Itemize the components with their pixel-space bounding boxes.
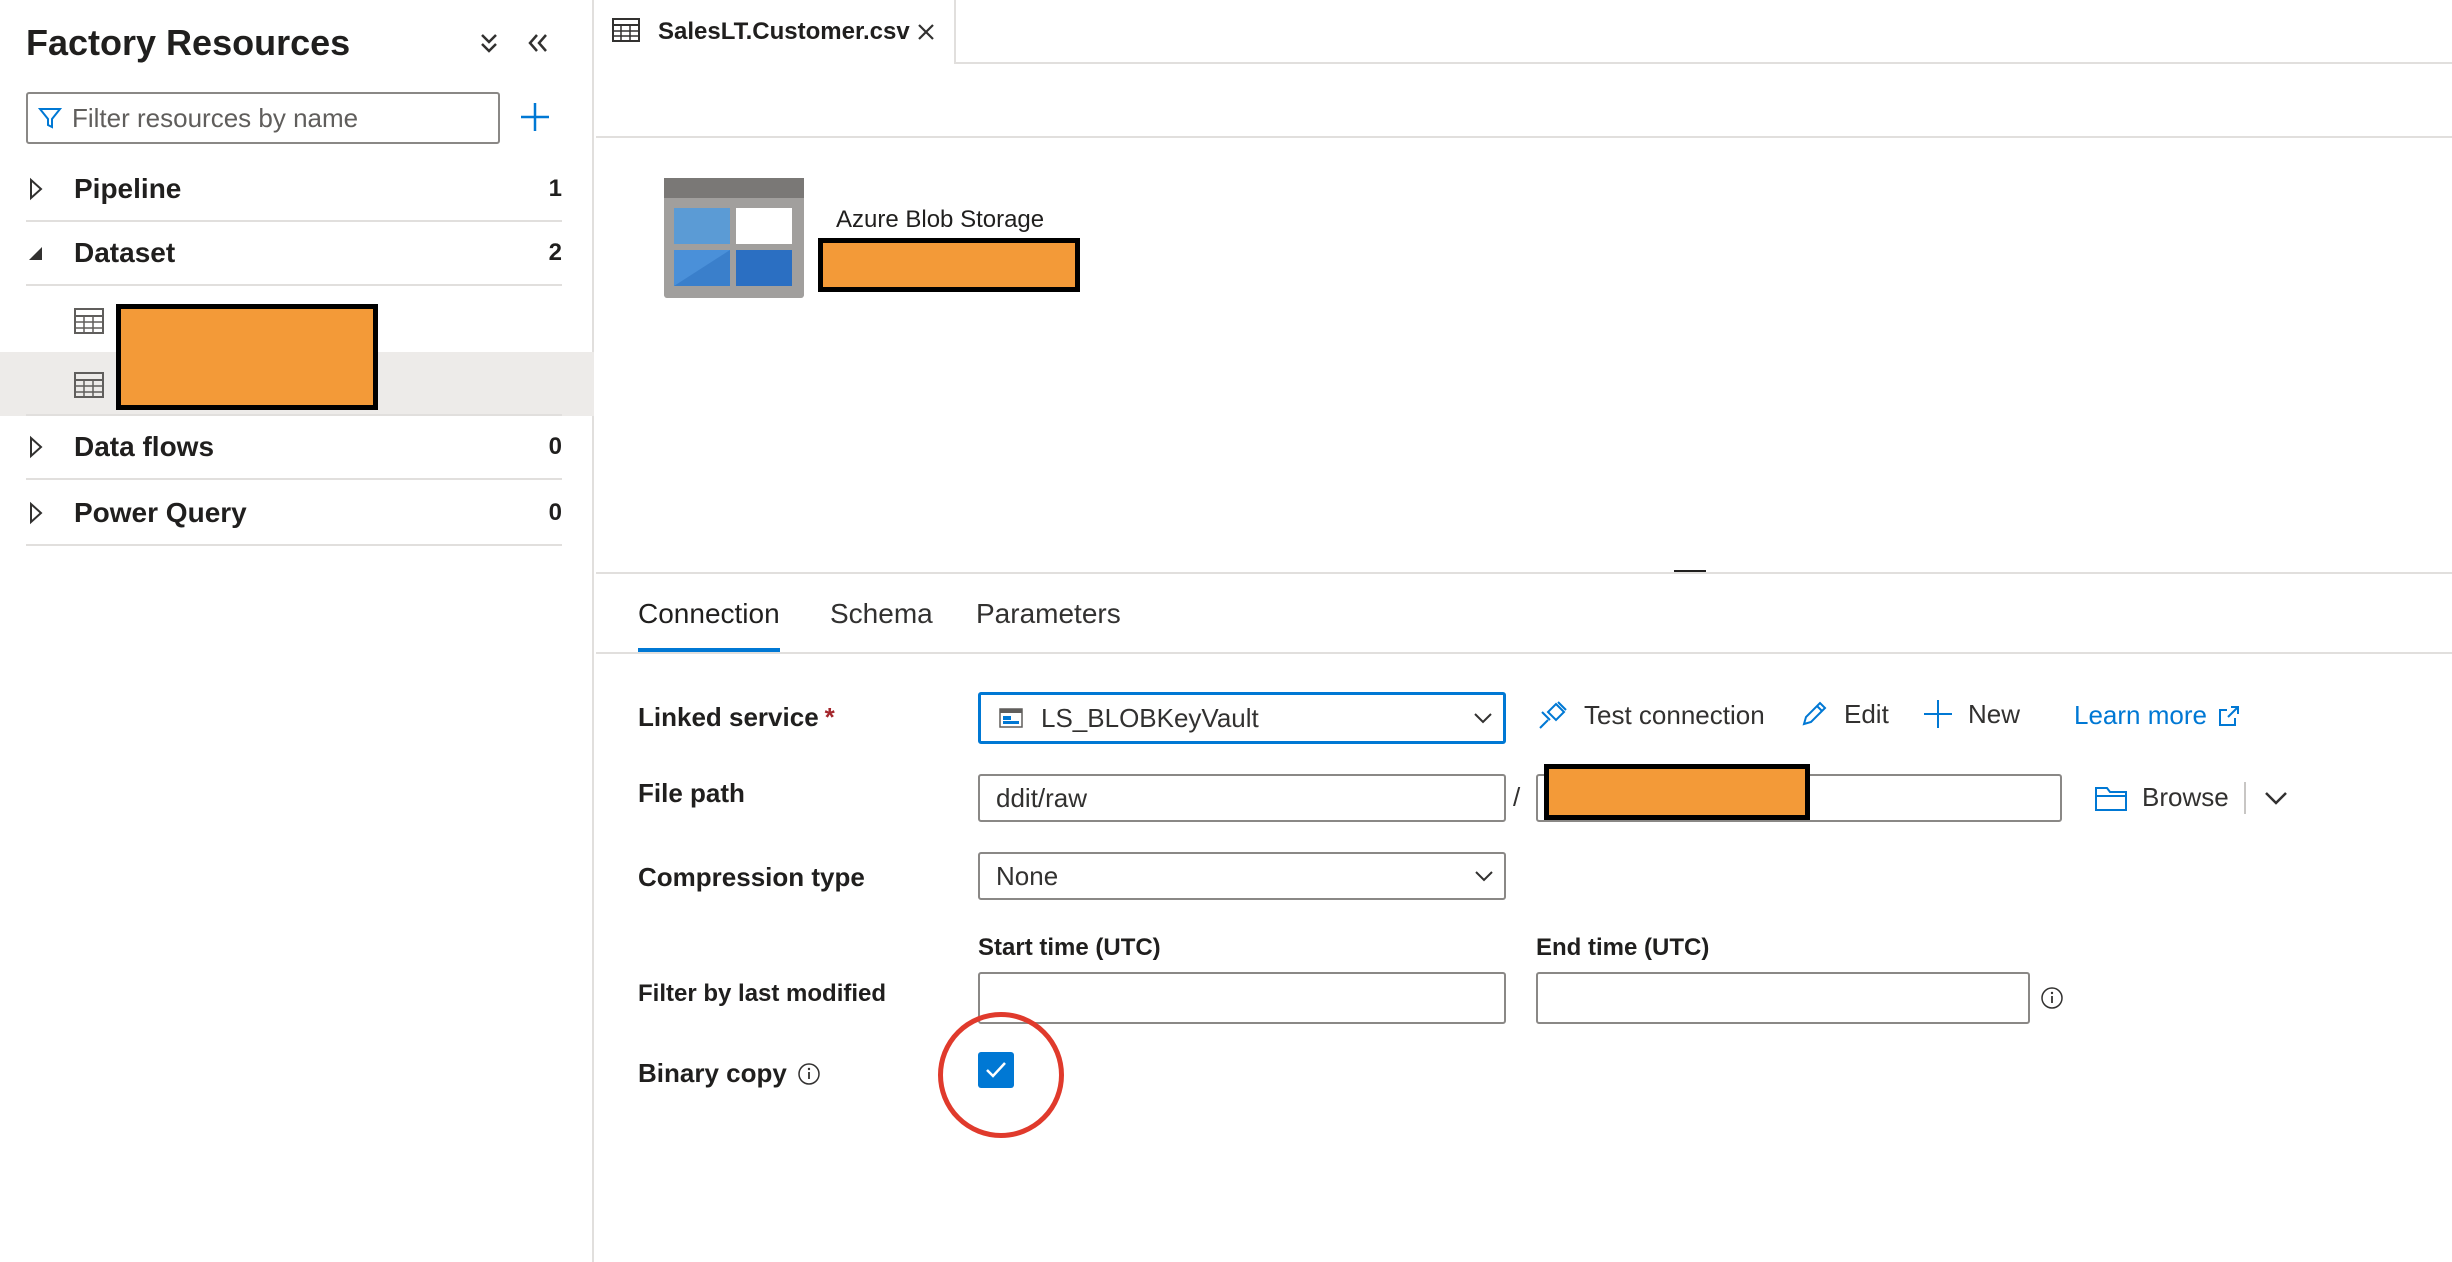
editor-tab-bar: SalesLT.Customer.csv [596, 0, 2452, 64]
double-chevron-left-icon [528, 34, 547, 52]
caret-down-icon [26, 238, 74, 268]
chevron-down-icon [1463, 695, 1503, 741]
dataset-canvas: Azure Blob Storage [596, 138, 2452, 574]
divider [2244, 782, 2246, 814]
resource-group-label: Pipeline [74, 173, 182, 204]
plug-icon [1536, 698, 1570, 732]
chevron-down-icon [2265, 792, 2287, 805]
plus-icon [521, 103, 549, 131]
table-icon [74, 308, 104, 339]
external-link-icon [2217, 704, 2241, 728]
toolbar [596, 64, 2452, 138]
expand-all-button[interactable] [472, 26, 506, 60]
file-path-label: File path [638, 778, 745, 808]
properties-tabs: Connection Schema Parameters [596, 574, 2452, 654]
required-marker: * [824, 702, 835, 732]
double-chevron-down-icon [481, 34, 497, 53]
linked-service-label-text: Linked service [638, 702, 819, 732]
table-icon [74, 372, 104, 403]
end-time-label: End time (UTC) [1536, 934, 1710, 961]
end-time-field[interactable] [1536, 972, 2030, 1024]
learn-more-link[interactable]: Learn more [2074, 700, 2241, 731]
tab-schema[interactable]: Schema [830, 598, 933, 630]
learn-more-label: Learn more [2074, 700, 2207, 730]
caret-right-icon [26, 174, 74, 204]
redaction-box [818, 238, 1080, 292]
tab-parameters[interactable]: Parameters [976, 598, 1121, 630]
end-time-input[interactable] [1538, 974, 2028, 1022]
resource-group-label: Power Query [74, 497, 247, 528]
compression-type-label: Compression type [638, 862, 865, 892]
linked-service-value: LS_BLOBKeyVault [1041, 702, 1259, 733]
resource-group-pipeline[interactable]: Pipeline 1 [26, 158, 562, 222]
active-tab-indicator [638, 648, 780, 652]
resource-group-count: 1 [548, 175, 562, 202]
path-separator: / [1513, 782, 1521, 812]
info-icon[interactable] [2040, 986, 2064, 1010]
close-icon[interactable] [912, 18, 940, 46]
file-path-container-field[interactable] [978, 774, 1506, 822]
start-time-label: Start time (UTC) [978, 934, 1161, 961]
resource-group-count: 0 [548, 433, 562, 460]
folder-icon [2094, 784, 2128, 812]
resource-group-data-flows[interactable]: Data flows 0 [26, 416, 562, 480]
linked-service-select[interactable]: LS_BLOBKeyVault [978, 692, 1506, 744]
tab-saleslt-customer[interactable]: SalesLT.Customer.csv [596, 0, 956, 64]
linked-service-icon [981, 708, 1041, 728]
tab-label: SalesLT.Customer.csv [658, 18, 910, 45]
tab-connection[interactable]: Connection [638, 598, 780, 630]
compression-type-value: None [996, 860, 1059, 891]
resource-group-count: 0 [548, 499, 562, 526]
browse-label: Browse [2142, 782, 2229, 812]
filter-icon [28, 94, 72, 142]
redaction-box [1544, 764, 1810, 820]
linked-service-label: Linked service * [638, 702, 835, 733]
test-connection-label: Test connection [1584, 699, 1765, 730]
resource-group-label: Dataset [74, 237, 176, 268]
browse-options-dropdown[interactable] [2260, 784, 2292, 812]
info-icon[interactable] [797, 1062, 821, 1086]
file-path-container-input[interactable] [980, 776, 1504, 820]
pencil-icon [1798, 698, 1830, 730]
resource-filter-field[interactable] [26, 92, 500, 144]
table-icon [612, 17, 640, 47]
caret-right-icon [26, 432, 74, 462]
binary-copy-label-text: Binary copy [638, 1058, 787, 1088]
browse-button[interactable]: Browse [2094, 782, 2229, 813]
test-connection-button[interactable]: Test connection [1536, 698, 1765, 732]
start-time-field[interactable] [978, 972, 1506, 1024]
filter-last-modified-label: Filter by last modified [638, 980, 887, 1007]
azure-blob-storage-icon[interactable] [664, 178, 804, 298]
collapse-panel-button[interactable] [520, 26, 554, 60]
resource-group-count: 2 [548, 239, 562, 266]
resource-group-dataset[interactable]: Dataset 2 [26, 222, 562, 286]
panel-title: Factory Resources [26, 22, 351, 63]
resource-group-power-query[interactable]: Power Query 0 [26, 482, 562, 546]
factory-resources-panel: Factory Resources Pipeline 1 [0, 0, 594, 1262]
new-linked-service-button[interactable]: New [1922, 698, 2020, 730]
plus-icon [1922, 698, 1954, 730]
binary-copy-label: Binary copy [638, 1058, 821, 1089]
compression-type-select[interactable]: None [978, 852, 1506, 900]
new-label: New [1968, 698, 2021, 729]
dataset-type-label: Azure Blob Storage [836, 206, 1045, 233]
redaction-box [116, 304, 378, 410]
resource-filter-input[interactable] [72, 102, 498, 134]
edit-linked-service-button[interactable]: Edit [1798, 698, 1889, 730]
annotation-circle [938, 1012, 1064, 1138]
start-time-input[interactable] [980, 974, 1504, 1022]
chevron-down-icon [1464, 854, 1504, 898]
edit-label: Edit [1844, 698, 1889, 729]
add-resource-button[interactable] [516, 96, 554, 138]
caret-right-icon [26, 498, 74, 528]
resource-group-label: Data flows [74, 431, 215, 462]
